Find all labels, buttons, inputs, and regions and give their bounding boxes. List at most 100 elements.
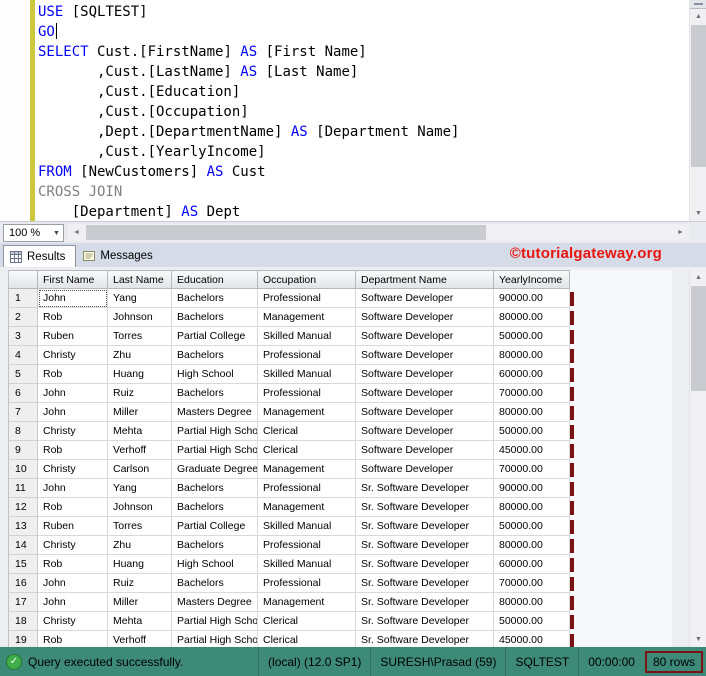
scroll-up-arrow-icon[interactable]: ▲	[690, 9, 706, 24]
code-line[interactable]: ,Dept.[DepartmentName] AS [Department Na…	[38, 122, 459, 142]
grid-cell[interactable]: Ruben	[38, 517, 108, 536]
row-header[interactable]: 1	[8, 289, 38, 308]
code-line[interactable]: FROM [NewCustomers] AS Cust	[38, 162, 459, 182]
grid-cell[interactable]: 80000.00	[494, 593, 570, 612]
grid-cell[interactable]: Bachelors	[172, 536, 258, 555]
grid-cell[interactable]: Partial High School	[172, 422, 258, 441]
grid-cell[interactable]: 70000.00	[494, 384, 570, 403]
grid-cell[interactable]: Miller	[108, 593, 172, 612]
grid-cell[interactable]: Partial College	[172, 327, 258, 346]
code-line[interactable]: ,Cust.[Education]	[38, 82, 459, 102]
grid-cell[interactable]: Bachelors	[172, 384, 258, 403]
editor-vertical-scrollbar[interactable]: ▲ ▼	[689, 0, 706, 221]
grid-cell[interactable]: High School	[172, 365, 258, 384]
grid-cell[interactable]: 50000.00	[494, 327, 570, 346]
row-header[interactable]: 18	[8, 612, 38, 631]
grid-cell[interactable]: John	[38, 403, 108, 422]
grid-cell[interactable]: Partial High School	[172, 612, 258, 631]
code-line[interactable]: ,Cust.[LastName] AS [Last Name]	[38, 62, 459, 82]
grid-cell[interactable]: 45000.00	[494, 631, 570, 647]
grid-cell[interactable]: Software Developer	[356, 308, 494, 327]
grid-cell[interactable]: Graduate Degree	[172, 460, 258, 479]
row-header[interactable]: 13	[8, 517, 38, 536]
grid-cell[interactable]: Rob	[38, 631, 108, 647]
row-header[interactable]: 10	[8, 460, 38, 479]
grid-cell[interactable]: 60000.00	[494, 365, 570, 384]
grid-cell[interactable]: Huang	[108, 555, 172, 574]
grid-cell[interactable]: 90000.00	[494, 479, 570, 498]
grid-cell[interactable]: Clerical	[258, 441, 356, 460]
grid-cell[interactable]: Sr. Software Developer	[356, 479, 494, 498]
code-line[interactable]: ,Cust.[YearlyIncome]	[38, 142, 459, 162]
code-line[interactable]: GO	[38, 22, 459, 42]
grid-cell[interactable]: 80000.00	[494, 498, 570, 517]
grid-cell[interactable]: Skilled Manual	[258, 365, 356, 384]
grid-cell[interactable]: Sr. Software Developer	[356, 536, 494, 555]
grid-cell[interactable]: Rob	[38, 555, 108, 574]
scroll-up-arrow-icon[interactable]: ▲	[690, 270, 706, 285]
grid-cell[interactable]: Bachelors	[172, 308, 258, 327]
zoom-selector[interactable]: 100 % ▼	[3, 224, 64, 242]
grid-cell[interactable]: 60000.00	[494, 555, 570, 574]
row-header[interactable]: 16	[8, 574, 38, 593]
grid-cell[interactable]: Sr. Software Developer	[356, 593, 494, 612]
grid-cell[interactable]: Christy	[38, 422, 108, 441]
grid-cell[interactable]: Rob	[38, 308, 108, 327]
grid-cell[interactable]: Skilled Manual	[258, 555, 356, 574]
column-header[interactable]: Education	[172, 270, 258, 289]
grid-cell[interactable]: Sr. Software Developer	[356, 631, 494, 647]
grid-cell[interactable]: John	[38, 574, 108, 593]
sql-code[interactable]: USE [SQLTEST] GO SELECT Cust.[FirstName] A…	[38, 2, 459, 222]
grid-cell[interactable]: Management	[258, 308, 356, 327]
grid-cell[interactable]: John	[38, 384, 108, 403]
grid-cell[interactable]: Sr. Software Developer	[356, 612, 494, 631]
grid-cell[interactable]: 90000.00	[494, 289, 570, 308]
grid-cell[interactable]: Skilled Manual	[258, 517, 356, 536]
grid-cell[interactable]: Zhu	[108, 346, 172, 365]
grid-cell[interactable]: Mehta	[108, 612, 172, 631]
grid-cell[interactable]: Professional	[258, 289, 356, 308]
grid-cell[interactable]: Verhoff	[108, 441, 172, 460]
grid-cell[interactable]: 45000.00	[494, 441, 570, 460]
row-header[interactable]: 15	[8, 555, 38, 574]
code-line[interactable]: CROSS JOIN	[38, 182, 459, 202]
grid-cell[interactable]: Software Developer	[356, 365, 494, 384]
editor-horizontal-scrollbar[interactable]: ◄ ►	[68, 224, 689, 241]
grid-cell[interactable]: Management	[258, 498, 356, 517]
grid-vertical-scrollbar[interactable]: ▲ ▼	[689, 270, 706, 647]
grid-cell[interactable]: Bachelors	[172, 498, 258, 517]
grid-cell[interactable]: Professional	[258, 574, 356, 593]
grid-cell[interactable]: Professional	[258, 346, 356, 365]
grid-cell[interactable]: Verhoff	[108, 631, 172, 647]
scroll-right-arrow-icon[interactable]: ►	[672, 225, 689, 240]
grid-cell[interactable]: 80000.00	[494, 403, 570, 422]
grid-cell[interactable]: Miller	[108, 403, 172, 422]
row-header[interactable]: 14	[8, 536, 38, 555]
grid-cell[interactable]: Skilled Manual	[258, 327, 356, 346]
grid-cell[interactable]: Professional	[258, 536, 356, 555]
grid-cell[interactable]: 80000.00	[494, 346, 570, 365]
grid-cell[interactable]: Yang	[108, 289, 172, 308]
grid-cell[interactable]: Rob	[38, 441, 108, 460]
grid-cell[interactable]: Torres	[108, 327, 172, 346]
row-header[interactable]: 11	[8, 479, 38, 498]
grid-cell[interactable]: Management	[258, 403, 356, 422]
grid-cell[interactable]: Software Developer	[356, 403, 494, 422]
code-line[interactable]: ,Cust.[Occupation]	[38, 102, 459, 122]
column-header[interactable]: Occupation	[258, 270, 356, 289]
grid-cell[interactable]: Carlson	[108, 460, 172, 479]
grid-cell[interactable]: Christy	[38, 460, 108, 479]
grid-cell[interactable]: Yang	[108, 479, 172, 498]
scroll-down-arrow-icon[interactable]: ▼	[690, 632, 706, 647]
code-line[interactable]: [Department] AS Dept	[38, 202, 459, 222]
scrollbar-thumb[interactable]	[691, 25, 706, 167]
grid-cell[interactable]: Zhu	[108, 536, 172, 555]
grid-cell[interactable]: Torres	[108, 517, 172, 536]
grid-cell[interactable]: Ruiz	[108, 384, 172, 403]
grid-cell[interactable]: Clerical	[258, 612, 356, 631]
grid-cell[interactable]: Johnson	[108, 498, 172, 517]
scrollbar-thumb[interactable]	[691, 286, 706, 391]
grid-cell[interactable]: Software Developer	[356, 384, 494, 403]
grid-cell[interactable]: Bachelors	[172, 479, 258, 498]
column-header[interactable]: Last Name	[108, 270, 172, 289]
